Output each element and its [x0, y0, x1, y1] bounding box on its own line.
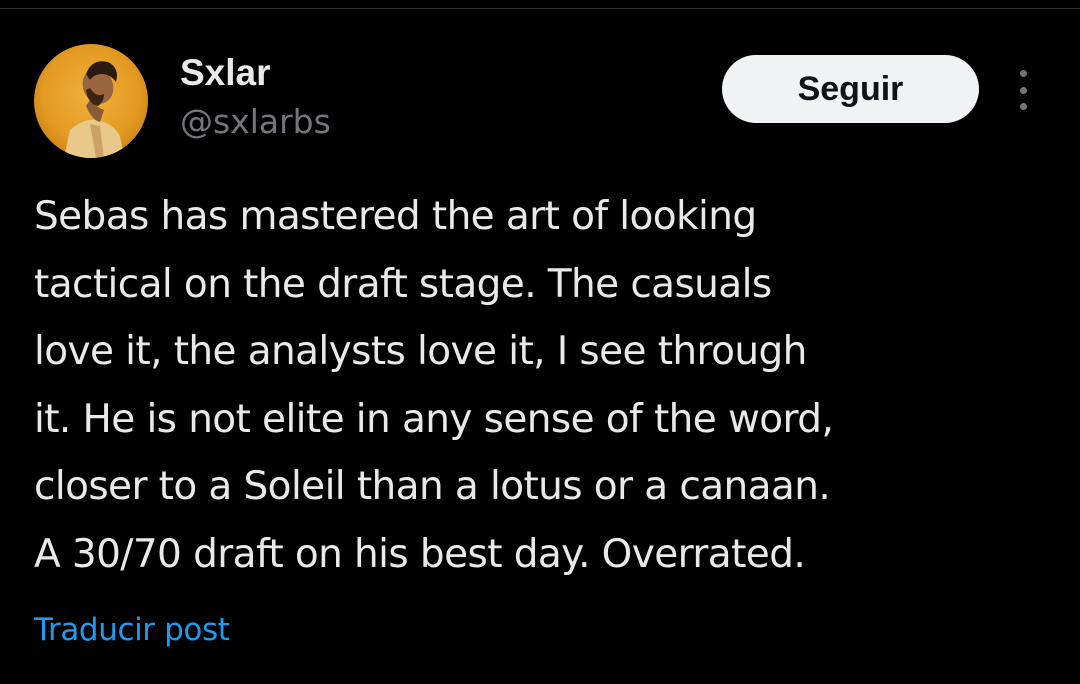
post-text-line: tactical on the draft stage. The casuals — [34, 261, 772, 307]
avatar-image — [34, 44, 148, 158]
post-text-line: Sebas has mastered the art of looking — [34, 194, 757, 239]
author-display-name[interactable]: Sxlar — [180, 52, 271, 94]
more-dot — [1019, 70, 1027, 77]
post-text-line: it. He is not elite in any sense of the … — [34, 396, 834, 442]
post-text-line: A 30/70 draft on his best day. Overrated… — [34, 531, 806, 577]
top-divider — [0, 8, 1080, 9]
author-handle[interactable]: @sxlarbs — [180, 101, 331, 143]
more-dot — [1019, 86, 1027, 94]
more-dot — [1019, 103, 1027, 110]
more-vertical-icon[interactable] — [1008, 70, 1038, 110]
translate-post-link[interactable]: Traducir post — [34, 610, 230, 650]
post-text-line: love it, the analysts love it, I see thr… — [34, 329, 807, 374]
follow-button[interactable]: Seguir — [722, 55, 979, 123]
avatar[interactable] — [34, 44, 148, 158]
post-text-line: closer to a Soleil than a lotus or a can… — [34, 464, 831, 509]
post-text: Sebas has mastered the art of looking ta… — [34, 183, 1034, 588]
